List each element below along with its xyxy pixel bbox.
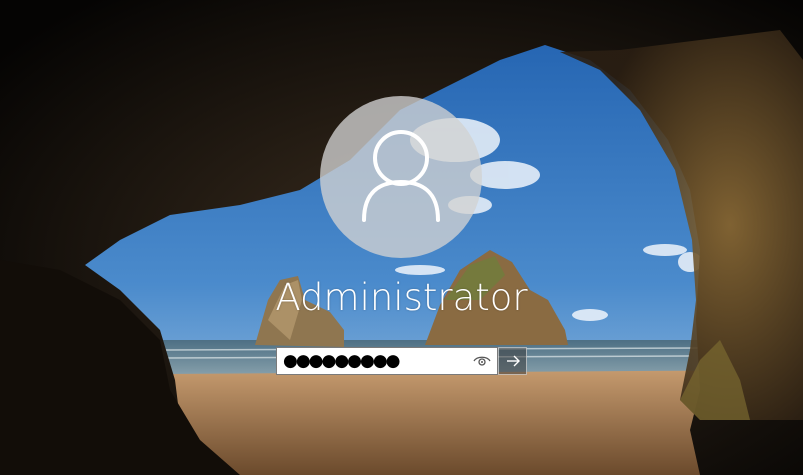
password-row: ●●●●●●●●● [276,347,527,375]
user-avatar [320,96,482,258]
lock-screen: Administrator ●●●●●●●●● [0,0,803,475]
submit-button[interactable] [498,347,527,375]
arrow-right-icon [506,355,520,367]
eye-icon[interactable] [473,354,491,368]
user-avatar-icon [362,130,440,222]
username-label: Administrator [275,276,528,319]
password-field[interactable]: ●●●●●●●●● [276,347,498,375]
password-masked-text: ●●●●●●●●● [283,351,401,371]
